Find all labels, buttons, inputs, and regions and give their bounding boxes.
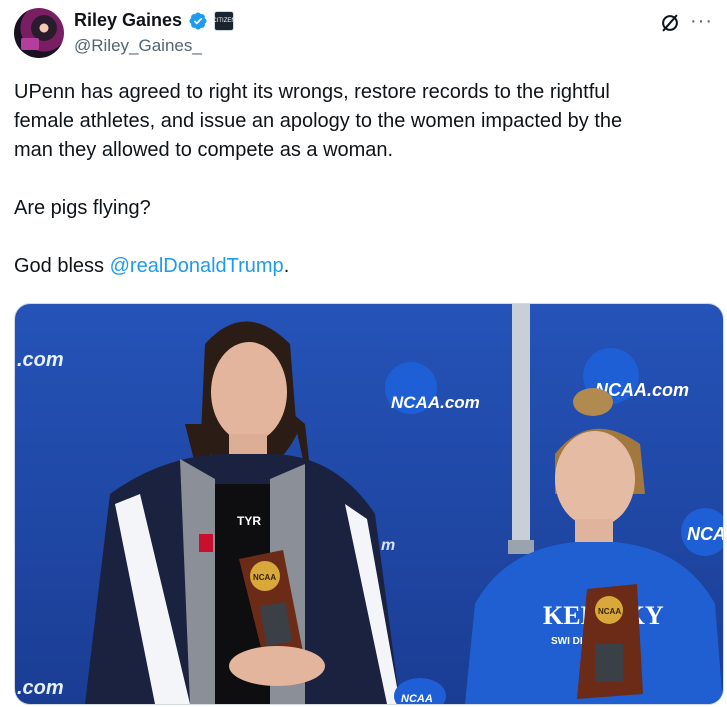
- verified-badge-icon: [189, 11, 207, 30]
- trophy-label: NCAA: [253, 573, 276, 582]
- tweet-header: Riley Gaines CITIZEN @Riley_Gaines_ ···: [14, 8, 713, 60]
- tweet-line: female athletes, and issue an apology to…: [14, 110, 623, 132]
- suit-logo-text: TYR: [237, 514, 261, 528]
- right-trophy: NCAA: [577, 584, 643, 699]
- backdrop-text: NCAA: [401, 693, 433, 704]
- tweet-text: UPenn has agreed to right its wrongs, re…: [14, 78, 714, 281]
- tweet-line: man they allowed to compete as a woman.: [14, 139, 394, 161]
- author-handle[interactable]: @Riley_Gaines_: [74, 36, 202, 56]
- tweet-text-suffix: .: [283, 255, 290, 277]
- tweet-media-photo[interactable]: .com NCAA.com NCAA.com NCA m .com TYR NC…: [14, 303, 724, 705]
- name-row: Riley Gaines CITIZEN: [74, 10, 236, 31]
- avatar-podium-shape: [21, 38, 39, 50]
- affiliate-badge-icon[interactable]: CITIZEN: [212, 10, 236, 31]
- avatar[interactable]: [14, 8, 64, 58]
- tweet-text-prefix: God bless: [14, 255, 110, 277]
- tweet-line: God bless @realDonaldTrump.: [14, 252, 714, 281]
- trophy-label: NCAA: [598, 607, 621, 616]
- mention-link[interactable]: @realDonaldTrump: [110, 255, 284, 277]
- grok-icon[interactable]: [659, 12, 681, 34]
- tweet-line: UPenn has agreed to right its wrongs, re…: [14, 81, 610, 103]
- photo-illustration: .com NCAA.com NCAA.com NCA m .com TYR NC…: [15, 304, 723, 704]
- more-options-icon[interactable]: ···: [690, 11, 713, 31]
- pole-clamp: [508, 540, 534, 554]
- backdrop-text: .com: [17, 677, 64, 699]
- metal-pole: [512, 304, 530, 554]
- backdrop-text: NCAA.com: [391, 393, 480, 412]
- backdrop-text: .com: [17, 349, 64, 371]
- backdrop-text: NCA: [687, 524, 723, 544]
- backdrop-text: m: [381, 537, 395, 554]
- author-display-name[interactable]: Riley Gaines: [74, 10, 182, 31]
- tweet-line: Are pigs flying?: [14, 197, 151, 219]
